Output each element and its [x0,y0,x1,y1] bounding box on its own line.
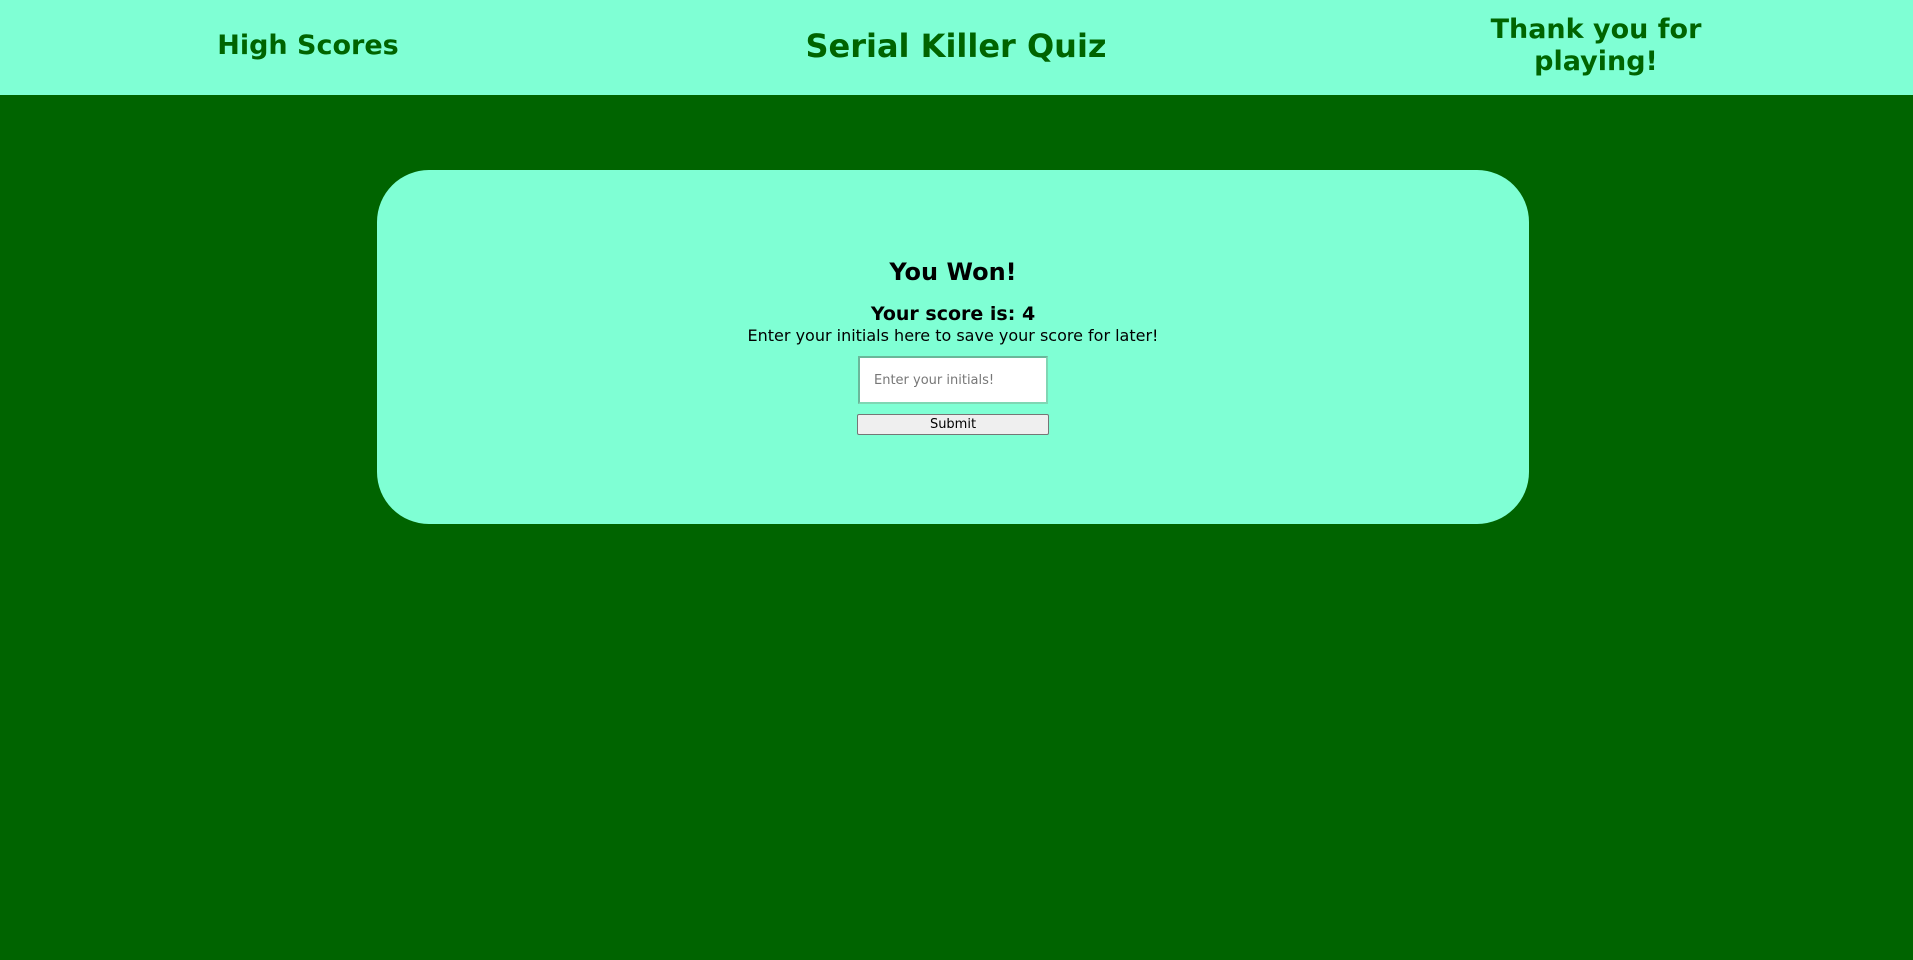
result-card: You Won! Your score is: 4 Enter your ini… [377,170,1529,524]
high-scores-link[interactable]: High Scores [168,30,448,62]
page-title: Serial Killer Quiz [805,27,1107,65]
score-value: 4 [1021,303,1036,325]
result-heading: You Won! [889,258,1017,286]
score-line: Your score is: 4 [377,302,1529,326]
initials-instructions: Enter your initials here to save your sc… [747,326,1159,345]
thanks-message: Thank you for playing! [1490,14,1702,77]
top-header: High Scores Serial Killer Quiz Thank you… [0,0,1913,95]
submit-button[interactable]: Submit [857,414,1049,435]
initials-input[interactable] [858,356,1048,404]
score-label: Your score is: [870,303,1022,325]
result-content: You Won! Your score is: 4 Enter your ini… [377,254,1529,435]
